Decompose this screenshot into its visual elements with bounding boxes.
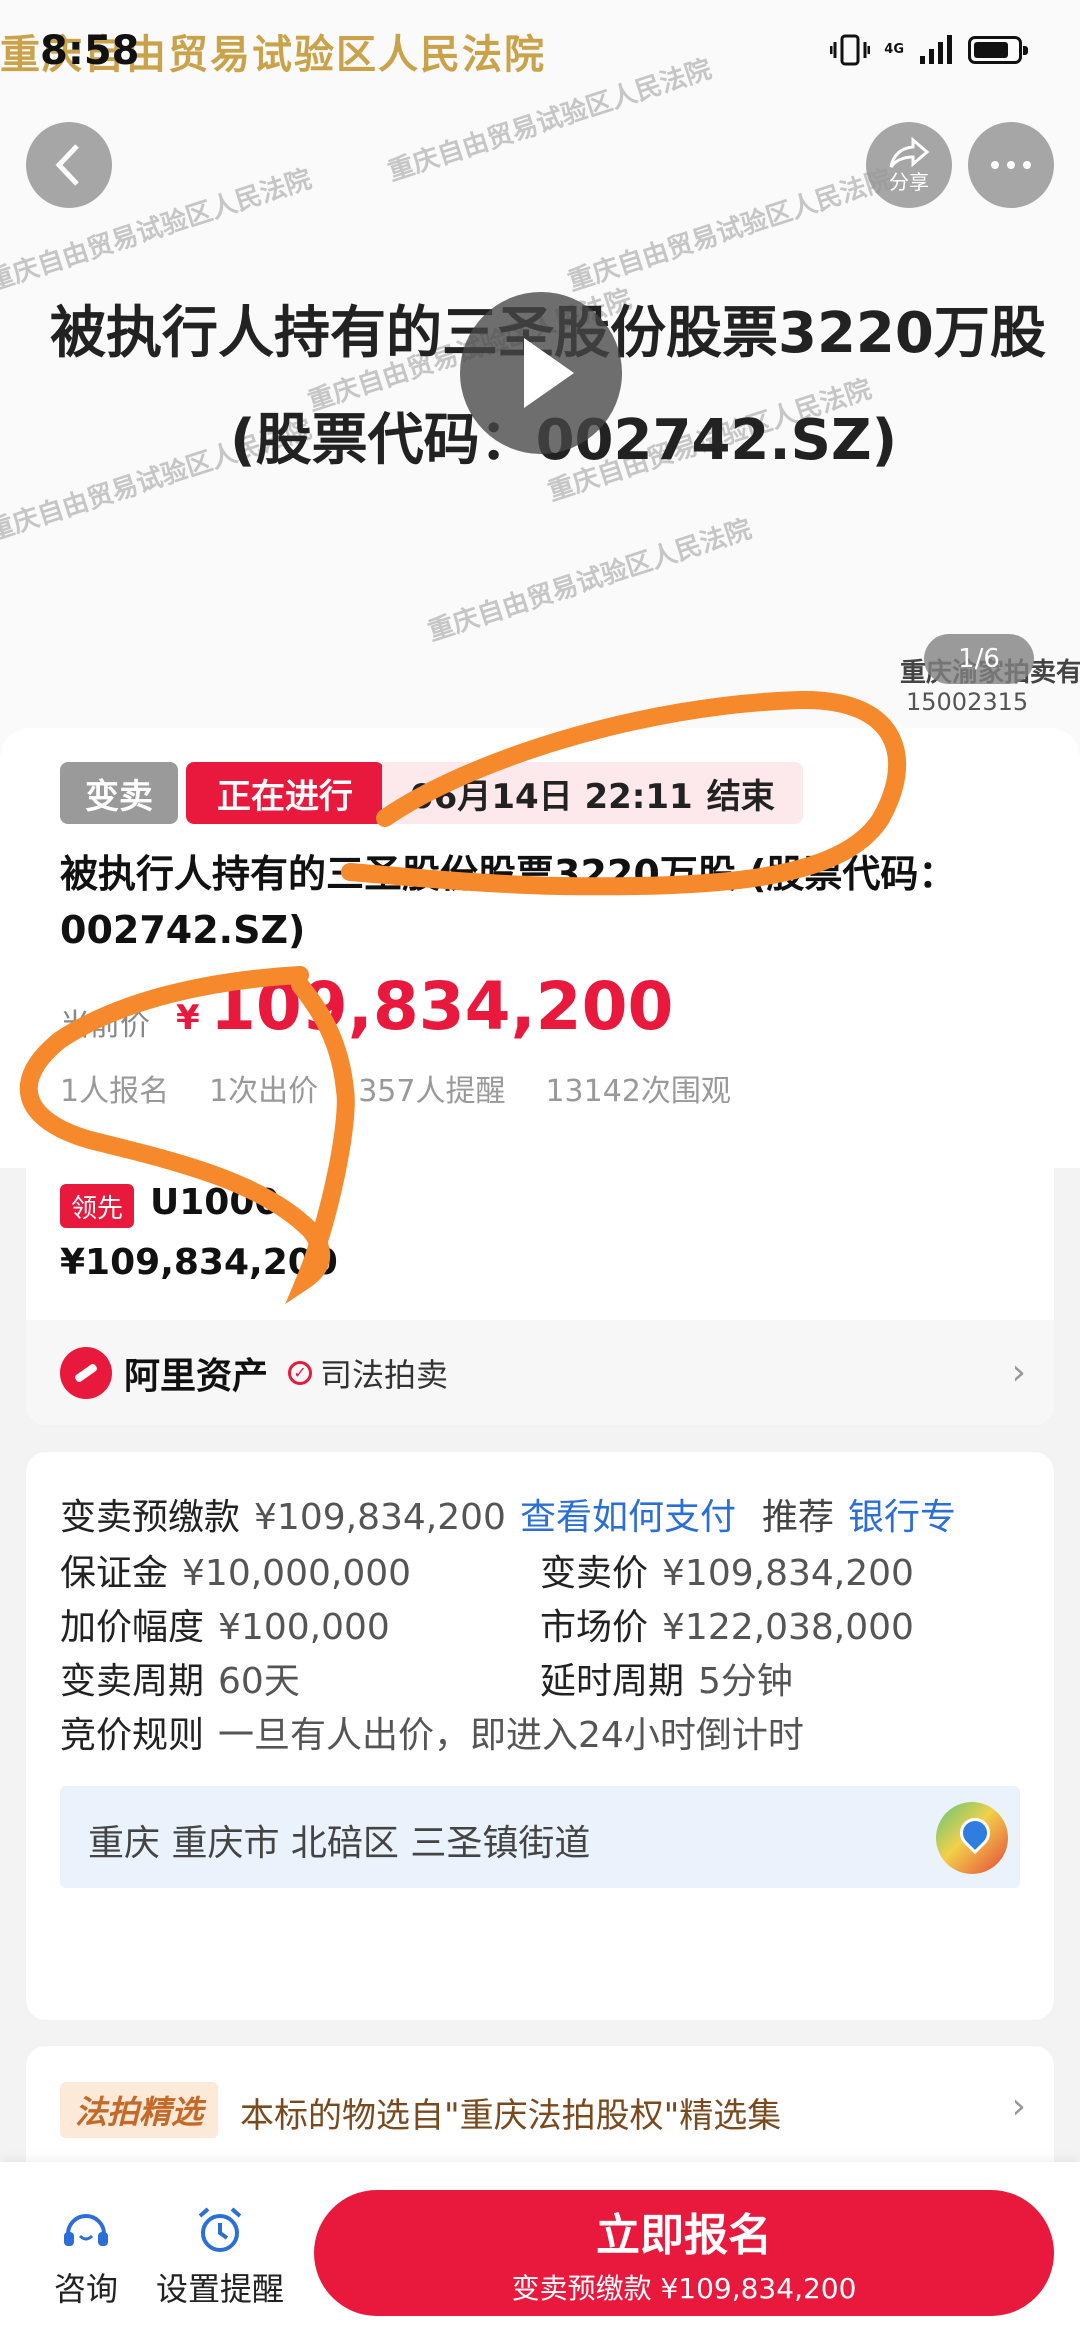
current-price-label: 当前价 bbox=[60, 1008, 150, 1043]
delay-label: 延时周期 bbox=[540, 1661, 685, 1702]
bond-label: 保证金 bbox=[60, 1553, 169, 1594]
bond-value: ¥10,000,000 bbox=[182, 1553, 412, 1594]
status-icons: 4G bbox=[830, 30, 1028, 70]
end-time: 06月14日 22:11 结束 bbox=[382, 762, 803, 824]
prepay-value: ¥109,834,200 bbox=[254, 1497, 506, 1538]
chevron-left-icon bbox=[55, 144, 79, 186]
ali-assets-logo-icon bbox=[60, 1346, 112, 1399]
platform-name: 阿里资产 bbox=[124, 1355, 269, 1397]
watermark: 重庆自由贸易试验区人民法院 bbox=[564, 164, 896, 298]
current-price: 109,834,200 bbox=[210, 968, 674, 1045]
reminder-count: 357人提醒 bbox=[358, 1074, 506, 1109]
sale-price-value: ¥109,834,200 bbox=[662, 1553, 914, 1594]
featured-collection-card[interactable]: 法拍精选 本标的物选自"重庆法拍股权"精选集 › bbox=[26, 2046, 1054, 2176]
remind-label: 设置提醒 bbox=[156, 2270, 285, 2308]
rule-label: 竞价规则 bbox=[60, 1715, 205, 1756]
market-price-row: 市场价 ¥122,038,000 bbox=[540, 1598, 914, 1650]
signal-icon bbox=[920, 35, 952, 64]
chevron-right-icon: › bbox=[1011, 2086, 1026, 2127]
increment-row: 加价幅度 ¥100,000 bbox=[60, 1598, 390, 1650]
signup-label: 立即报名 bbox=[596, 2210, 772, 2261]
featured-badge: 法拍精选 bbox=[60, 2082, 218, 2138]
address-text: 重庆 重庆市 北碚区 三圣镇街道 bbox=[88, 1823, 591, 1864]
rule-value: 一旦有人出价，即进入24小时倒计时 bbox=[218, 1715, 804, 1756]
image-page-counter: 1/6 bbox=[924, 634, 1034, 684]
alarm-clock-icon bbox=[198, 2207, 242, 2252]
more-icon bbox=[991, 161, 1031, 169]
end-suffix: 结束 bbox=[706, 776, 775, 817]
recommend-label: 推荐 bbox=[761, 1497, 834, 1538]
delay-row: 延时周期 5分钟 bbox=[540, 1652, 793, 1704]
increment-value: ¥100,000 bbox=[218, 1607, 390, 1648]
bidder-id: U1000 bbox=[150, 1182, 280, 1223]
more-button[interactable] bbox=[968, 122, 1054, 208]
bottom-action-bar: 咨询 设置提醒 立即报名 变卖预缴款 ¥109,834,200 bbox=[0, 2162, 1080, 2340]
auction-details-card: 变卖预缴款 ¥109,834,200 查看如何支付 推荐 银行专 保证金 ¥10,000,… bbox=[26, 1452, 1054, 2020]
signup-count: 1人报名 bbox=[60, 1074, 170, 1109]
prepay-label: 变卖预缴款 bbox=[60, 1497, 241, 1538]
market-price-label: 市场价 bbox=[540, 1607, 649, 1648]
back-button[interactable] bbox=[26, 122, 112, 208]
delay-value: 5分钟 bbox=[698, 1661, 793, 1702]
period-label: 变卖周期 bbox=[60, 1661, 205, 1702]
increment-label: 加价幅度 bbox=[60, 1607, 205, 1648]
sale-price-label: 变卖价 bbox=[540, 1553, 649, 1594]
featured-text: 本标的物选自"重庆法拍股权"精选集 bbox=[240, 2096, 782, 2136]
view-count: 13142次围观 bbox=[545, 1074, 731, 1109]
market-price-value: ¥122,038,000 bbox=[662, 1607, 914, 1648]
address-box[interactable]: 重庆 重庆市 北碚区 三圣镇街道 bbox=[60, 1786, 1020, 1888]
prepay-row: 变卖预缴款 ¥109,834,200 查看如何支付 推荐 银行专 bbox=[60, 1488, 956, 1540]
auction-type-tag: 变卖 bbox=[60, 762, 178, 824]
consult-label: 咨询 bbox=[54, 2270, 119, 2308]
currency-symbol: ¥ bbox=[176, 998, 200, 1038]
watermark: 重庆自由贸易试验区人民法院 bbox=[424, 514, 756, 648]
battery-icon bbox=[968, 36, 1028, 64]
play-video-button[interactable] bbox=[460, 292, 622, 454]
platform-tag: 司法拍卖 bbox=[320, 1355, 449, 1394]
bid-record-card[interactable]: 领先 U1000 ¥109,834,200 阿里资产 ✓ 司法拍卖 › bbox=[26, 1150, 1054, 1425]
auction-info: 变卖 正在进行 06月14日 22:11 结束 被执行人持有的三圣股份股票322… bbox=[0, 728, 1080, 1168]
item-title: 被执行人持有的三圣股份股票3220万股 (股票代码：002742.SZ) bbox=[60, 852, 957, 952]
consult-button[interactable]: 咨询 bbox=[54, 2204, 118, 2310]
bond-row: 保证金 ¥10,000,000 bbox=[60, 1544, 411, 1596]
period-value: 60天 bbox=[218, 1661, 300, 1702]
signup-sub-label: 变卖预缴款 ¥109,834,200 bbox=[511, 2272, 857, 2305]
check-circle-icon: ✓ bbox=[288, 1360, 313, 1385]
share-icon bbox=[889, 136, 930, 168]
hero-image[interactable]: 重庆自由贸易试验区人民法院 重庆自由贸易试验区人民法院 重庆自由贸易试验区人民法… bbox=[0, 0, 1080, 750]
status-time: 8:58 bbox=[40, 28, 140, 74]
network-type: 4G bbox=[884, 42, 904, 57]
location-pin-icon bbox=[953, 1811, 997, 1855]
bid-amount: ¥109,834,200 bbox=[60, 1242, 338, 1283]
period-row: 变卖周期 60天 bbox=[60, 1652, 300, 1704]
bank-link[interactable]: 银行专 bbox=[848, 1497, 956, 1538]
how-to-pay-link[interactable]: 查看如何支付 bbox=[520, 1497, 736, 1538]
headset-icon bbox=[64, 2214, 108, 2246]
signup-button[interactable]: 立即报名 变卖预缴款 ¥109,834,200 bbox=[314, 2190, 1054, 2316]
bid-count: 1次出价 bbox=[209, 1074, 319, 1109]
platform-row[interactable]: 阿里资产 ✓ 司法拍卖 › bbox=[26, 1320, 1054, 1425]
share-label: 分享 bbox=[889, 169, 929, 194]
rule-row: 竞价规则 一旦有人出价，即进入24小时倒计时 bbox=[60, 1706, 804, 1758]
sale-price-row: 变卖价 ¥109,834,200 bbox=[540, 1544, 914, 1596]
map-icon[interactable] bbox=[936, 1802, 1008, 1874]
leading-badge: 领先 bbox=[60, 1184, 134, 1228]
share-button[interactable]: 分享 bbox=[866, 122, 952, 208]
vibrate-icon bbox=[830, 34, 871, 66]
auction-stats: 1人报名 1次出价 357人提醒 13142次围观 bbox=[60, 1066, 731, 1110]
set-reminder-button[interactable]: 设置提醒 bbox=[156, 2204, 284, 2310]
end-date: 06月14日 22:11 bbox=[410, 776, 693, 817]
status-bar: 重庆自由贸易试验区人民法院 8:58 4G bbox=[0, 0, 1080, 100]
chevron-right-icon: › bbox=[1011, 1352, 1026, 1393]
auction-status-tag: 正在进行 bbox=[186, 762, 384, 824]
hero-phone: 15002315 bbox=[906, 688, 1029, 716]
